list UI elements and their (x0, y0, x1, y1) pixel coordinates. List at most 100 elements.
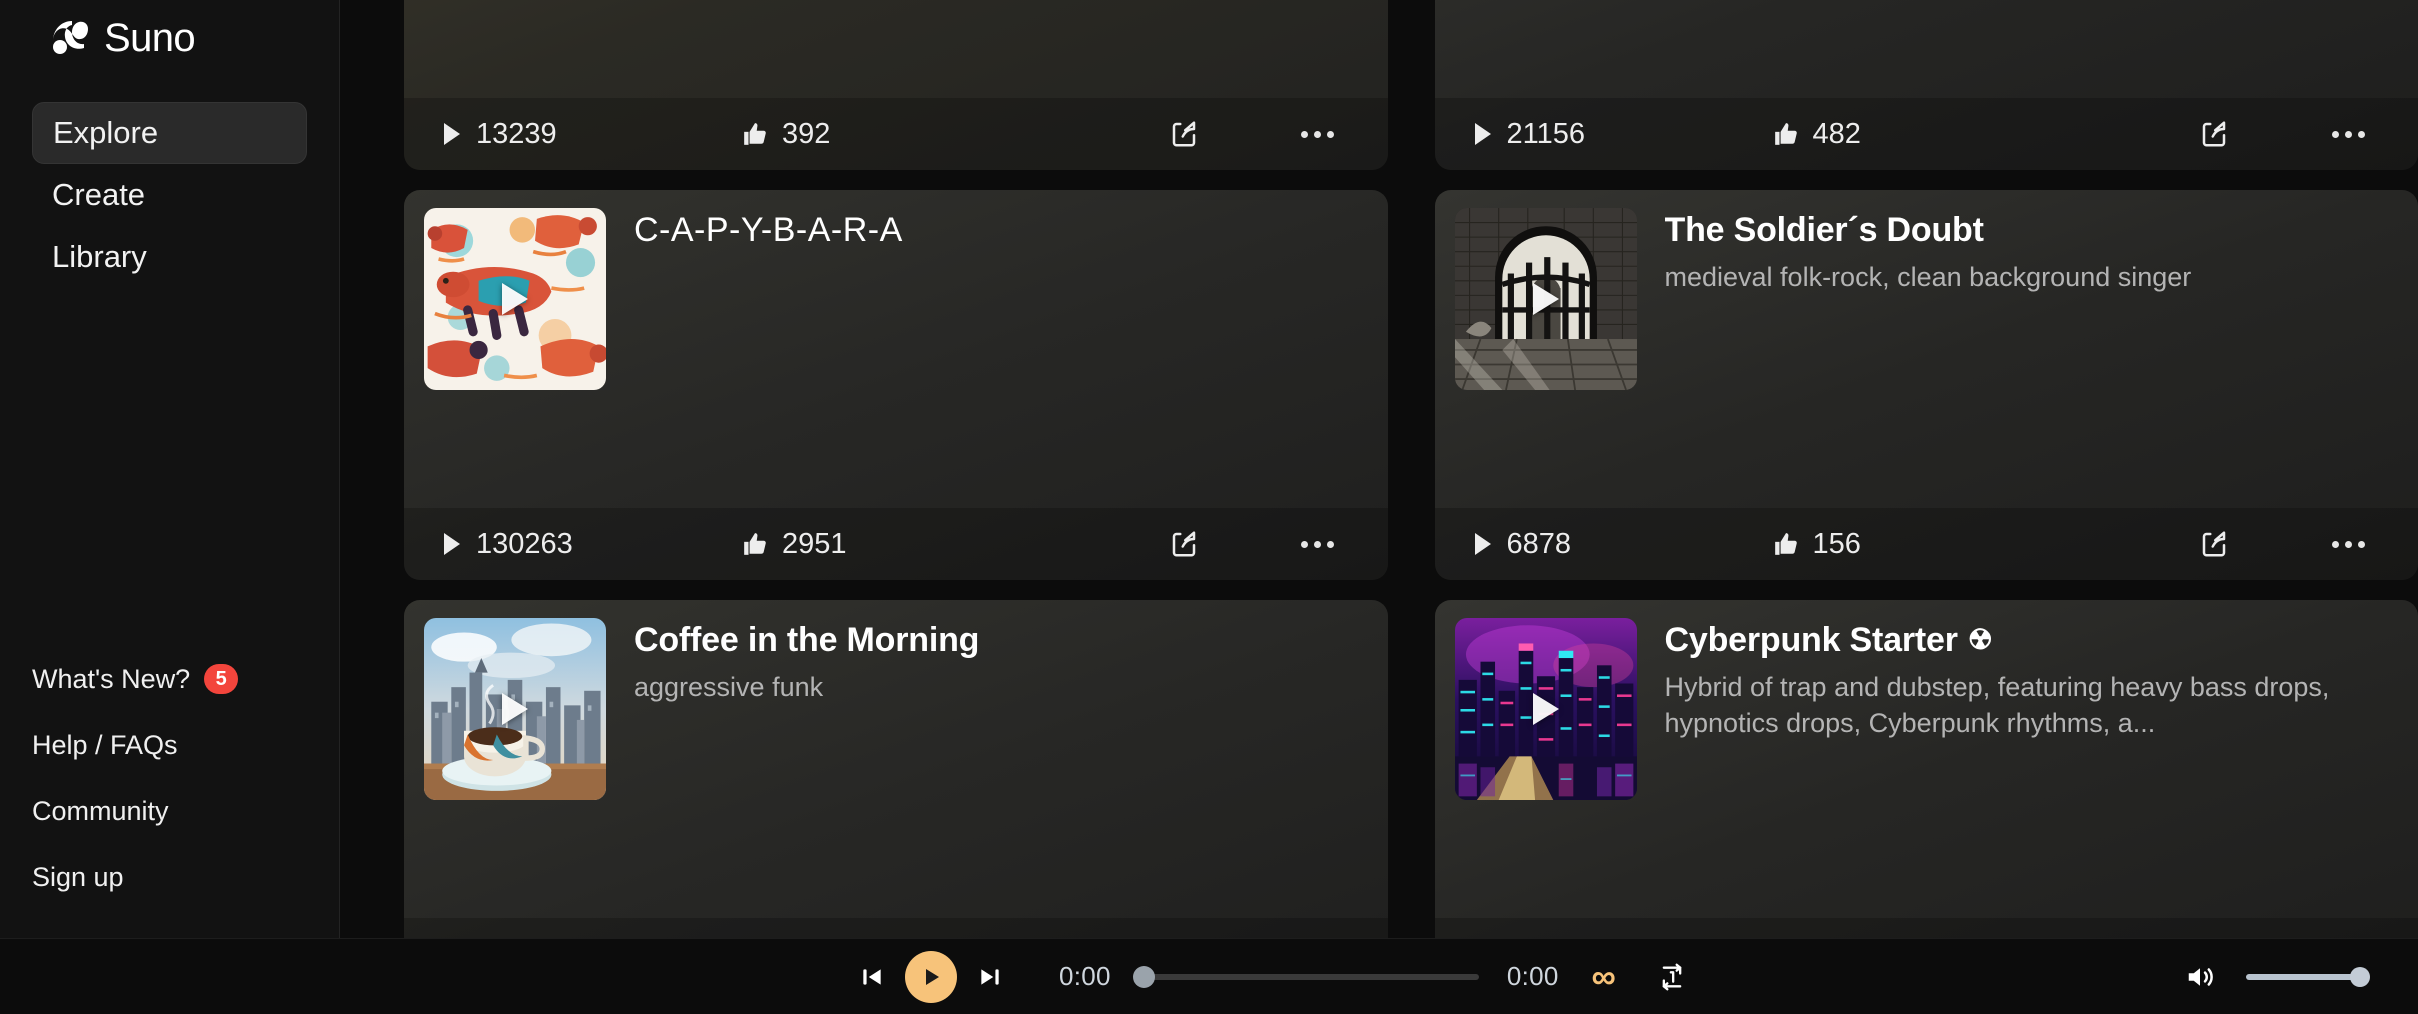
play-pause-button[interactable] (905, 950, 957, 1003)
song-artwork[interactable] (424, 208, 606, 390)
sidebar-item-library-label: Library (52, 239, 147, 274)
song-grid: #3 (341, 0, 2418, 990)
play-count[interactable]: 6878 (1473, 528, 1773, 561)
like-count-value: 2951 (782, 527, 847, 560)
transport-controls (849, 950, 1013, 1003)
play-small-icon (442, 122, 462, 146)
sidebar-item-whats-new-label: What's New? (32, 663, 191, 694)
song-meta: Beware the Siren! Epic orchestral Sympho… (1637, 0, 2399, 98)
volume-knob[interactable] (2350, 966, 2370, 987)
song-meta: Deep Night lo-fi Japanese city funk rain (606, 0, 1368, 98)
more-options-button[interactable] (2324, 110, 2372, 158)
volume-slider[interactable] (2246, 966, 2370, 987)
more-options-button[interactable] (2324, 520, 2372, 568)
song-stats-bar: 6878 156 (1434, 508, 2418, 580)
song-artwork[interactable] (1454, 208, 1637, 390)
play-small-icon (442, 532, 462, 556)
share-button[interactable] (1160, 110, 1208, 158)
biohazard-icon: ☢ (1967, 624, 1993, 656)
song-card[interactable]: Cyberpunk Starter ☢ Hybrid of trap and d… (1434, 600, 2418, 990)
song-title: Coffee in the Morning (634, 620, 1368, 660)
sidebar-item-create[interactable]: Create (32, 164, 307, 226)
song-title: Cyberpunk Starter ☢ (1665, 620, 2399, 660)
song-card[interactable]: Coffee in the Morning aggressive funk 12… (404, 600, 1388, 990)
play-count-value: 13239 (476, 117, 557, 150)
song-title-text: C-A-P-Y-B-A-R-A (634, 211, 903, 249)
like-count-value: 392 (782, 117, 831, 150)
song-card-body: Beware the Siren! Epic orchestral Sympho… (1435, 0, 2418, 98)
next-track-button[interactable] (967, 954, 1013, 1000)
song-title-text: Cyberpunk Starter (1664, 621, 1958, 659)
more-dots-icon (1301, 540, 1334, 548)
song-title-text: Coffee in the Morning (634, 621, 980, 659)
sidebar: Suno Explore Create Library What's New? … (0, 0, 340, 1014)
previous-track-button[interactable] (849, 954, 895, 1000)
infinity-icon[interactable]: ∞ (1581, 954, 1627, 1000)
play-count[interactable]: 13239 (442, 118, 742, 151)
volume-controls (2176, 953, 2370, 1001)
play-count[interactable]: 130263 (442, 528, 742, 561)
share-button[interactable] (2190, 110, 2238, 158)
more-dots-icon (2331, 540, 2365, 548)
thumbs-up-icon (742, 531, 768, 557)
seek-knob[interactable] (1132, 965, 1155, 988)
song-meta: The Soldier´s Doubt medieval folk-rock, … (1637, 208, 2399, 508)
elapsed-time: 0:00 (1059, 961, 1111, 991)
song-meta: Cyberpunk Starter ☢ Hybrid of trap and d… (1637, 618, 2399, 918)
volume-high-icon[interactable] (2176, 953, 2224, 1001)
more-options-button[interactable] (1294, 110, 1342, 158)
song-card-body: Deep Night lo-fi Japanese city funk rain (404, 0, 1388, 98)
sidebar-item-community[interactable]: Community (32, 792, 308, 830)
play-count-value: 130263 (476, 527, 573, 560)
sidebar-item-explore-label: Explore (53, 115, 159, 150)
like-count[interactable]: 2951 (742, 528, 1032, 561)
like-count[interactable]: 392 (742, 118, 1032, 151)
song-card[interactable]: C-A-P-Y-B-A-R-A 130263 2951 (404, 190, 1388, 580)
more-dots-icon (1301, 130, 1334, 138)
thumbs-up-icon (1773, 531, 1799, 557)
sidebar-item-help-faqs[interactable]: Help / FAQs (32, 726, 308, 764)
play-small-icon (1473, 122, 1493, 146)
play-count[interactable]: 21156 (1473, 118, 1773, 151)
player-bar: 0:00 0:00 ∞ (0, 938, 2418, 1014)
like-count[interactable]: 156 (1773, 528, 2063, 561)
sidebar-item-library[interactable]: Library (32, 226, 307, 288)
share-button[interactable] (1160, 520, 1208, 568)
play-small-icon (1473, 532, 1493, 556)
whats-new-badge: 5 (204, 664, 239, 694)
sidebar-item-help-faqs-label: Help / FAQs (32, 729, 178, 760)
prison-gate-artwork (1454, 208, 1637, 390)
song-description: aggressive funk (634, 672, 824, 703)
secondary-navigation: What's New? 5 Help / FAQs Community Sign… (32, 660, 308, 896)
suno-explore-page: Suno Explore Create Library What's New? … (0, 0, 2418, 1014)
seek-slider[interactable] (1132, 965, 1479, 988)
song-card[interactable]: #3 (404, 0, 1388, 170)
like-count-value: 482 (1812, 117, 1861, 150)
sidebar-item-explore[interactable]: Explore (32, 102, 307, 164)
like-count[interactable]: 482 (1773, 118, 2063, 151)
song-description: Hybrid of trap and dubstep, featuring he… (1664, 672, 2330, 739)
song-grid-region: #3 (341, 0, 2418, 1014)
share-button[interactable] (2190, 520, 2238, 568)
sidebar-item-whats-new[interactable]: What's New? 5 (32, 660, 308, 698)
song-card[interactable]: Beware the Siren! Epic orchestral Sympho… (1434, 0, 2418, 170)
song-meta: Coffee in the Morning aggressive funk (606, 618, 1368, 918)
capybara-folk-artwork (424, 208, 606, 390)
thumbs-up-icon (1773, 121, 1799, 147)
coffee-city-artwork (424, 618, 606, 800)
sidebar-item-sign-up[interactable]: Sign up (32, 858, 308, 896)
thumbs-up-icon (742, 121, 768, 147)
song-card-body: Coffee in the Morning aggressive funk (404, 600, 1388, 918)
song-stats-bar: 13239 392 (404, 98, 1388, 170)
song-artwork[interactable] (424, 618, 606, 800)
more-options-button[interactable] (1294, 520, 1342, 568)
repeat-one-icon[interactable] (1649, 954, 1695, 1000)
song-stats-bar: 21156 482 (1434, 98, 2418, 170)
sidebar-item-sign-up-label: Sign up (32, 861, 124, 892)
play-count-value: 6878 (1506, 527, 1572, 560)
song-card[interactable]: The Soldier´s Doubt medieval folk-rock, … (1434, 190, 2418, 580)
song-description: medieval folk-rock, clean background sin… (1664, 262, 2192, 293)
brand-logo[interactable]: Suno (32, 0, 307, 70)
song-artwork[interactable] (1454, 618, 1637, 800)
like-count-value: 156 (1812, 527, 1861, 560)
